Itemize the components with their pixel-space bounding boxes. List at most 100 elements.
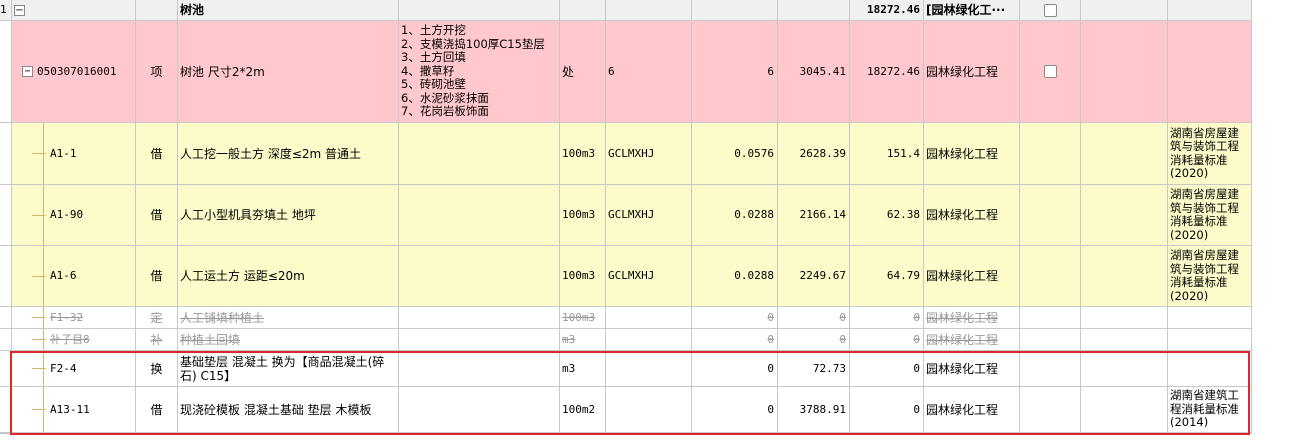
tree-line xyxy=(43,351,44,386)
sub-type: 补 xyxy=(136,329,178,351)
sub-price: 2628.39 xyxy=(778,123,850,185)
sub-code: A1-1 xyxy=(50,146,77,160)
item-code: 050307016001 xyxy=(37,64,117,78)
sub-code: A1-90 xyxy=(50,208,84,221)
sub-code: A1-6 xyxy=(50,269,77,282)
sub-category: 园林绿化工程 xyxy=(924,387,1020,433)
table-row[interactable]: − 050307016001 项 树池 尺寸2*2m 1、土方开挖 2、支模浇捣… xyxy=(0,21,1289,123)
tree-line xyxy=(43,329,44,350)
sub-qty[interactable]: 0 xyxy=(692,329,778,351)
sub-qty[interactable]: 0.0288 xyxy=(692,185,778,246)
item-type: 项 xyxy=(136,21,178,123)
tree-line xyxy=(43,246,44,306)
table-row[interactable]: A1-90 借 人工小型机具夯填土 地坪 100m3 GCLMXHJ 0.028… xyxy=(0,185,1289,246)
sub-qty[interactable]: 0 xyxy=(692,387,778,433)
row-index: 1 xyxy=(0,0,12,21)
sub-expr[interactable]: GCLMXHJ xyxy=(606,185,692,246)
sub-qty[interactable]: 0.0576 xyxy=(692,123,778,185)
sub-total: 62.38 xyxy=(850,185,924,246)
sub-expr[interactable]: GCLMXHJ xyxy=(606,123,692,185)
tree-line xyxy=(43,307,44,328)
sub-unit: 100m3 xyxy=(560,123,606,185)
item-feature: 1、土方开挖 2、支模浇捣100厚C15垫层 3、土方回填 4、撒草籽 5、砖砌… xyxy=(399,21,560,123)
parent-checkbox[interactable] xyxy=(1043,3,1057,17)
sub-qty[interactable]: 0 xyxy=(692,307,778,329)
sub-note: 湖南省房屋建 筑与装饰工程 消耗量标准 (2020) xyxy=(1168,185,1252,246)
right-margin xyxy=(1252,0,1289,440)
sub-total: 0 xyxy=(850,307,924,329)
sub-note: 湖南省房屋建 筑与装饰工程 消耗量标准 (2020) xyxy=(1168,123,1252,185)
sub-qty[interactable]: 0.0288 xyxy=(692,246,778,307)
parent-row-tree-pool[interactable]: 1 − 树池 18272.46 [园林绿化工··· xyxy=(0,0,1289,21)
sub-unit: m3 xyxy=(560,329,606,351)
sub-category: 园林绿化工程 xyxy=(924,246,1020,307)
sub-code: 补子目8 xyxy=(50,332,90,346)
sub-type: 定 xyxy=(136,307,178,329)
collapse-cell[interactable]: − xyxy=(12,0,136,21)
tree-line xyxy=(43,387,44,432)
sub-note: 湖南省建筑工 程消耗量标准 (2014) xyxy=(1168,387,1252,433)
sub-total: 0 xyxy=(850,387,924,433)
item-name: 树池 尺寸2*2m xyxy=(178,21,399,123)
table-row[interactable]: A1-6 借 人工运土方 运距≤20m 100m3 GCLMXHJ 0.0288… xyxy=(0,246,1289,307)
parent-name: 树池 xyxy=(178,0,399,21)
sub-total: 0 xyxy=(850,329,924,351)
sub-code: A13-11 xyxy=(50,402,90,416)
sub-price: 0 xyxy=(778,307,850,329)
sub-category: 园林绿化工程 xyxy=(924,185,1020,246)
sub-name: 人工运土方 运距≤20m xyxy=(178,246,399,307)
sub-name: 种植土回填 xyxy=(178,329,399,351)
quota-grid: 1 − 树池 18272.46 [园林绿化工··· − 050307016001… xyxy=(0,0,1289,441)
sub-code: F2-4 xyxy=(50,361,77,375)
sub-category: 园林绿化工程 xyxy=(924,123,1020,185)
sub-price: 2166.14 xyxy=(778,185,850,246)
item-expr[interactable]: 6 xyxy=(606,21,692,123)
sub-category: 园林绿化工程 xyxy=(924,307,1020,329)
sub-type: 借 xyxy=(136,123,178,185)
sub-price: 0 xyxy=(778,329,850,351)
tree-line xyxy=(43,185,44,245)
item-checkbox[interactable] xyxy=(1043,65,1057,78)
parent-amount: 18272.46 xyxy=(850,0,924,21)
sub-name: 基础垫层 混凝土 换为【商品混凝土(碎 石) C15】 xyxy=(178,351,399,387)
tree-line xyxy=(43,123,44,184)
collapse-icon[interactable]: − xyxy=(22,66,33,77)
sub-unit: 100m3 xyxy=(560,246,606,307)
sub-total: 151.4 xyxy=(850,123,924,185)
sub-category: 园林绿化工程 xyxy=(924,351,1020,387)
sub-category: 园林绿化工程 xyxy=(924,329,1020,351)
sub-unit: 100m3 xyxy=(560,185,606,246)
table-row[interactable]: A13-11 借 现浇砼模板 混凝土基础 垫层 木模板 100m2 0 3788… xyxy=(0,387,1289,433)
sub-unit: 100m3 xyxy=(560,307,606,329)
sub-type: 借 xyxy=(136,185,178,246)
sub-note: 湖南省房屋建 筑与装饰工程 消耗量标准 (2020) xyxy=(1168,246,1252,307)
table-row-disabled[interactable]: 补子目8 补 种植土回填 m3 0 0 0 园林绿化工程 xyxy=(0,329,1289,351)
item-category: 园林绿化工程 xyxy=(924,21,1020,123)
sub-name: 人工铺填种植土 xyxy=(178,307,399,329)
sub-total: 64.79 xyxy=(850,246,924,307)
sub-unit: 100m2 xyxy=(560,387,606,433)
sub-expr[interactable]: GCLMXHJ xyxy=(606,246,692,307)
sub-unit: m3 xyxy=(560,351,606,387)
sub-type: 借 xyxy=(136,387,178,433)
item-unit: 处 xyxy=(560,21,606,123)
sub-type: 借 xyxy=(136,246,178,307)
sub-price: 72.73 xyxy=(778,351,850,387)
sub-type: 换 xyxy=(136,351,178,387)
item-total: 18272.46 xyxy=(850,21,924,123)
sub-price: 3788.91 xyxy=(778,387,850,433)
sub-qty[interactable]: 0 xyxy=(692,351,778,387)
item-qty[interactable]: 6 xyxy=(692,21,778,123)
sub-code: F1-32 xyxy=(50,310,84,324)
table-row[interactable]: A1-1 借 人工挖一般土方 深度≤2m 普通土 100m3 GCLMXHJ 0… xyxy=(0,123,1289,185)
table-row[interactable]: F2-4 换 基础垫层 混凝土 换为【商品混凝土(碎 石) C15】 m3 0 … xyxy=(0,351,1289,387)
parent-category: [园林绿化工··· xyxy=(924,0,1020,21)
item-price: 3045.41 xyxy=(778,21,850,123)
collapse-icon[interactable]: − xyxy=(14,4,25,16)
sub-name: 人工小型机具夯填土 地坪 xyxy=(178,185,399,246)
table-row-disabled[interactable]: F1-32 定 人工铺填种植土 100m3 0 0 0 园林绿化工程 xyxy=(0,307,1289,329)
sub-total: 0 xyxy=(850,351,924,387)
sub-name: 现浇砼模板 混凝土基础 垫层 木模板 xyxy=(178,387,399,433)
sub-name: 人工挖一般土方 深度≤2m 普通土 xyxy=(178,123,399,185)
sub-price: 2249.67 xyxy=(778,246,850,307)
